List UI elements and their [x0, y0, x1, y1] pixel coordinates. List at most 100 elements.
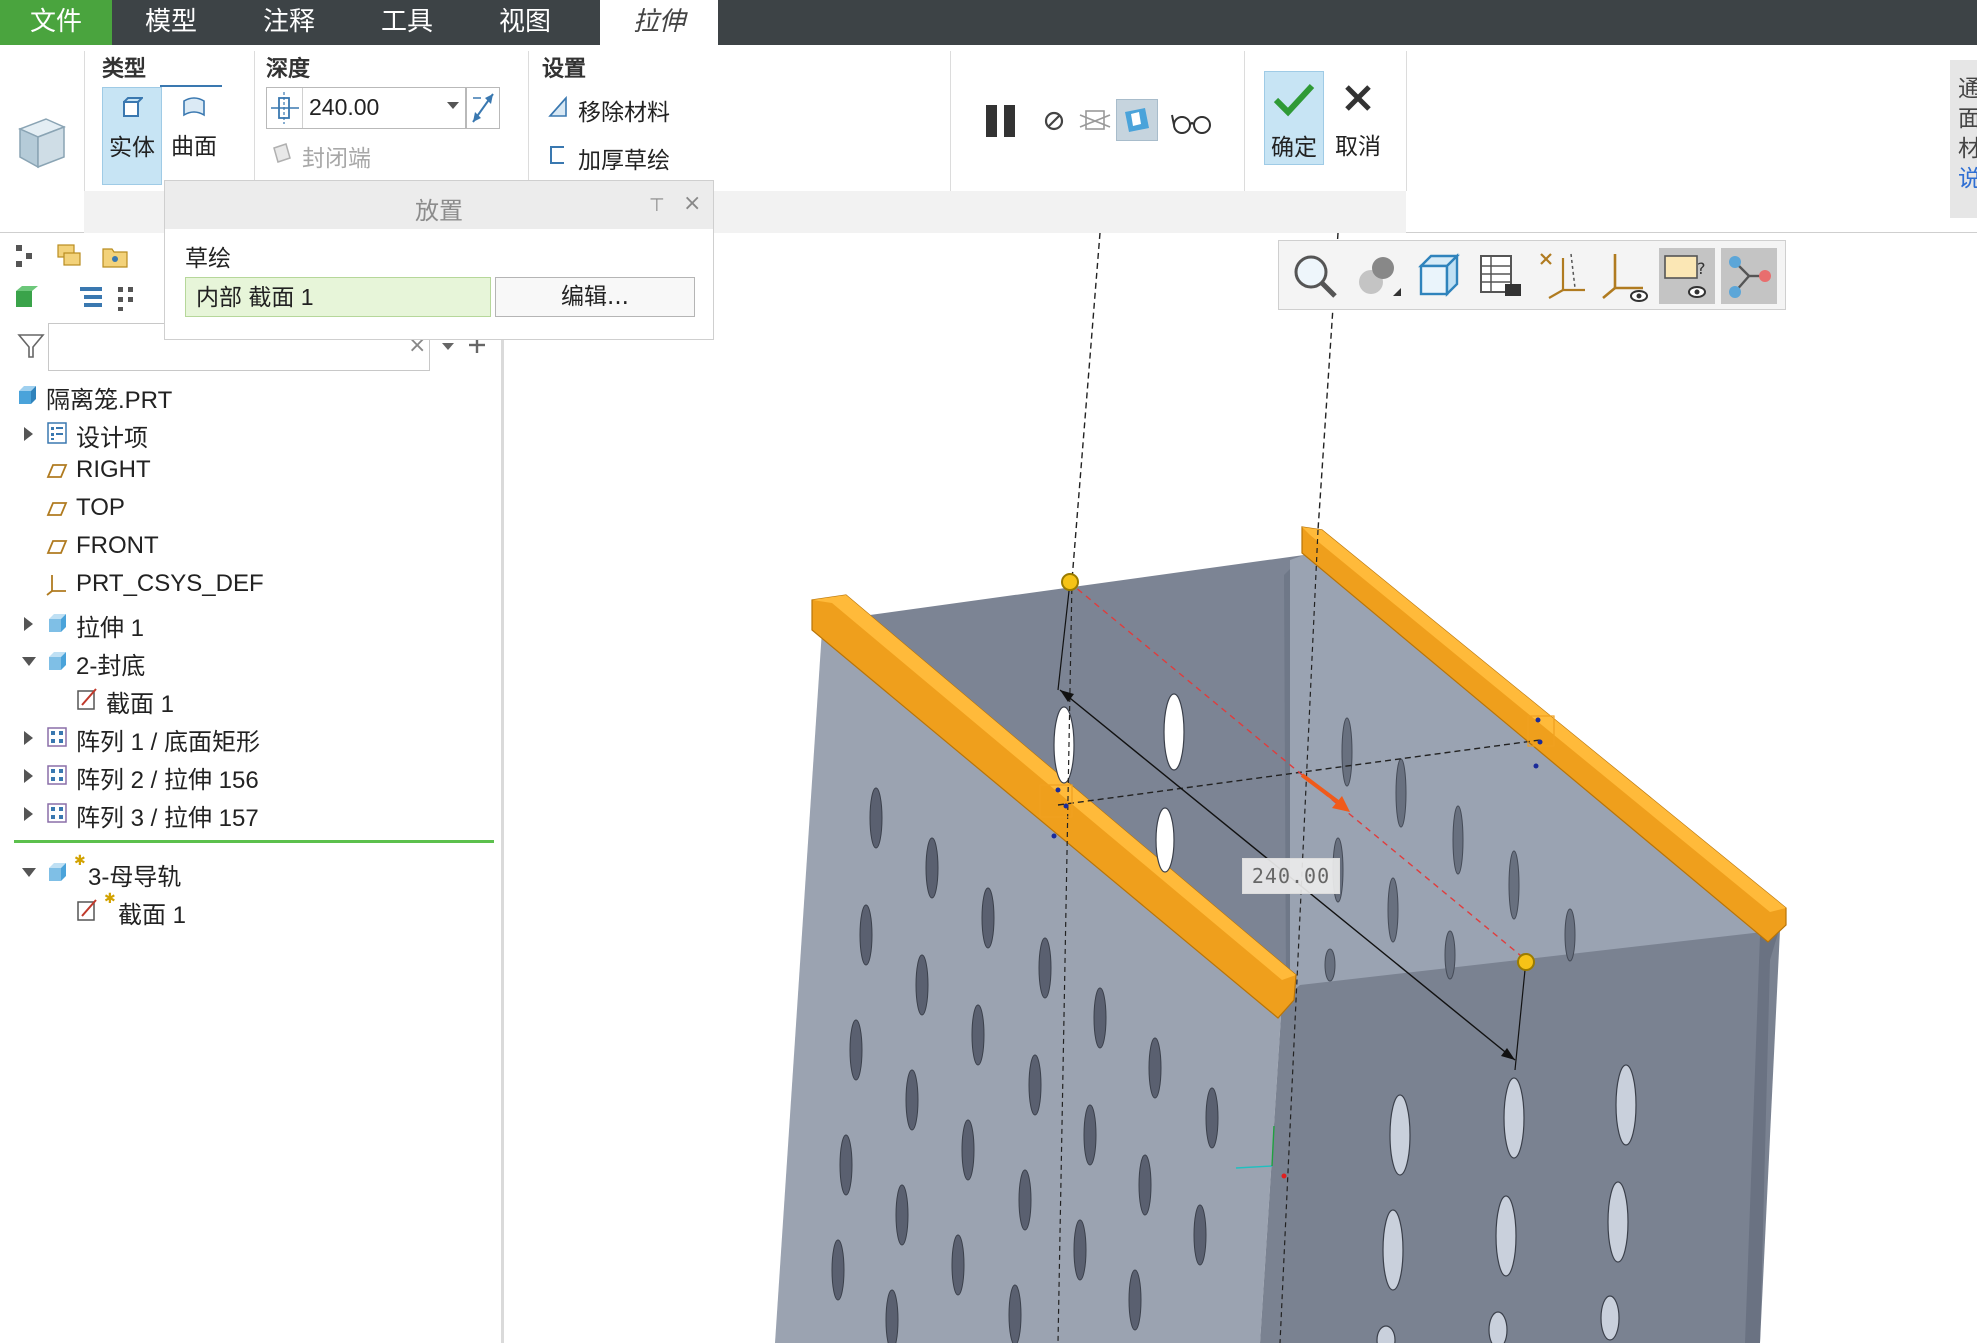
sketch-icon — [77, 899, 97, 921]
filter-icon[interactable] — [16, 331, 46, 361]
surface-icon — [164, 87, 224, 127]
feature-preview-icon — [1125, 108, 1149, 132]
solid-icon — [103, 88, 161, 128]
zoom-icon[interactable] — [1287, 248, 1343, 304]
tree-item-design-items[interactable]: 设计项 — [0, 415, 500, 452]
graphics-viewport[interactable] — [507, 232, 1977, 1343]
extrude-icon — [49, 863, 66, 881]
tree-item-base-seal[interactable]: 2-封底 — [0, 643, 500, 680]
tree-item-pattern-3[interactable]: 阵列 3 / 拉伸 157 — [0, 795, 500, 832]
layers-icon[interactable] — [54, 241, 84, 271]
datum-plane-icon — [46, 464, 68, 478]
sketch-icon — [77, 688, 97, 710]
app-window: 文件 模型 注释 工具 视图 拉伸 类型 实体 曲面 深度 240.00 封闭端… — [0, 0, 1977, 1343]
show-icon[interactable] — [12, 283, 42, 313]
geometry-preview-icon[interactable] — [1078, 95, 1112, 145]
tree-item-csys[interactable]: PRT_CSYS_DEF — [0, 567, 500, 603]
collapse-arrow-icon[interactable] — [22, 657, 36, 666]
flip-direction-button[interactable] — [466, 87, 500, 129]
menu-file[interactable]: 文件 — [0, 0, 112, 45]
solid-button[interactable]: 实体 — [102, 87, 162, 185]
tree-columns-icon[interactable] — [112, 283, 142, 313]
view-toolbar: ? — [1278, 240, 1786, 310]
tree-item-guide-rail[interactable]: ✱ 3-母导轨 — [0, 852, 500, 891]
pause-icon[interactable] — [982, 95, 1022, 145]
pin-icon[interactable]: ⊤ — [649, 195, 665, 216]
expand-arrow-icon[interactable] — [24, 617, 33, 631]
close-icon[interactable]: × — [683, 191, 701, 216]
menu-tools[interactable]: 工具 — [348, 0, 466, 45]
datum-axis-line — [1071, 232, 1101, 581]
pattern-icon — [47, 765, 67, 785]
depth-dimension-label[interactable]: 240.00 — [1242, 858, 1340, 894]
tree-item-right-plane[interactable]: RIGHT — [0, 453, 500, 489]
feature-preview-button[interactable] — [1116, 99, 1158, 141]
folder-star-icon[interactable] — [100, 241, 130, 271]
view-manager-icon[interactable] — [1473, 248, 1529, 304]
menu-view[interactable]: 视图 — [466, 0, 584, 45]
tree-item-top-plane[interactable]: TOP — [0, 491, 500, 527]
svg-text:?: ? — [1697, 259, 1706, 278]
expand-arrow-icon[interactable] — [24, 731, 33, 745]
thicken-sketch-icon — [550, 146, 564, 164]
sketch-collector[interactable]: 内部 截面 1 — [185, 277, 491, 317]
ok-button[interactable]: 确定 — [1264, 71, 1324, 165]
extrude-icon — [49, 614, 66, 632]
new-feature-star-icon: ✱ — [74, 852, 86, 868]
drag-handle — [1517, 953, 1535, 971]
glasses-icon[interactable] — [1170, 95, 1214, 145]
csys-display-icon[interactable] — [1597, 248, 1653, 304]
menu-extrude[interactable]: 拉伸 — [600, 0, 718, 45]
collapse-arrow-icon[interactable] — [22, 868, 36, 877]
datum-display-icon[interactable] — [1535, 248, 1591, 304]
expand-arrow-icon[interactable] — [24, 769, 33, 783]
chevron-down-icon[interactable] — [447, 102, 459, 109]
tree-item-section-1[interactable]: 截面 1 — [0, 681, 500, 718]
ribbon-separator — [1406, 51, 1407, 191]
menu-annotate[interactable]: 注释 — [230, 0, 348, 45]
tree-item-pattern-2[interactable]: 阵列 2 / 拉伸 156 — [0, 757, 500, 794]
depth-value[interactable]: 240.00 — [309, 94, 379, 121]
surface-button[interactable]: 曲面 — [164, 87, 224, 185]
blind-depth-icon[interactable] — [267, 88, 303, 128]
tree-connection-icon[interactable] — [1721, 248, 1777, 304]
cancel-button[interactable]: 取消 — [1330, 71, 1386, 165]
tree-list-icon[interactable] — [76, 283, 106, 313]
pattern-icon — [47, 803, 67, 823]
new-feature-star-icon: ✱ — [104, 890, 116, 906]
type-underline — [160, 85, 222, 87]
insert-here-indicator[interactable] — [14, 840, 494, 843]
extrude-feature-icon — [18, 118, 66, 169]
tree-item-guide-section[interactable]: ✱ 截面 1 — [0, 890, 500, 929]
tree-structure-icon[interactable] — [12, 241, 42, 271]
expand-arrow-icon[interactable] — [24, 427, 33, 441]
edit-sketch-button[interactable]: 编辑... — [495, 277, 695, 317]
extrude-icon — [49, 652, 66, 670]
ribbon-separator — [950, 51, 951, 191]
remove-material-icon — [548, 96, 567, 117]
expand-arrow-icon[interactable] — [24, 807, 33, 821]
annotation-display-icon[interactable]: ? — [1659, 248, 1715, 304]
tree-item-part[interactable]: 隔离笼.PRT — [0, 377, 500, 414]
display-style-icon[interactable] — [1349, 248, 1405, 304]
close-icon — [1330, 71, 1386, 127]
help-link[interactable]: 说 — [1958, 164, 1977, 194]
coordinate-system-icon — [46, 575, 66, 596]
design-items-icon — [47, 422, 67, 444]
right-side-panel[interactable]: 通 面 材 说 — [1950, 60, 1977, 218]
saved-views-icon[interactable] — [1411, 248, 1467, 304]
ribbon-separator — [84, 51, 85, 191]
no-preview-icon[interactable] — [1040, 95, 1068, 145]
tree-item-extrude-1[interactable]: 拉伸 1 — [0, 605, 500, 642]
tree-item-pattern-1[interactable]: 阵列 1 / 底面矩形 — [0, 719, 500, 756]
model-tree-panel: × 隔离笼.PRT 设计项 RIGHT TOP FRONT PRT_CSYS_D… — [0, 233, 504, 1343]
right-interior-wall — [1290, 555, 1760, 990]
placement-panel-title: 放置 — [415, 197, 463, 225]
tree-item-front-plane[interactable]: FRONT — [0, 529, 500, 565]
placement-panel-header[interactable]: 放置 ⊤ × — [165, 181, 713, 229]
capped-ends-icon — [273, 143, 291, 163]
model-canvas[interactable] — [507, 232, 1977, 1343]
menu-model[interactable]: 模型 — [112, 0, 230, 45]
depth-input[interactable]: 240.00 — [266, 87, 466, 129]
sketch-label: 草绘 — [185, 246, 231, 272]
